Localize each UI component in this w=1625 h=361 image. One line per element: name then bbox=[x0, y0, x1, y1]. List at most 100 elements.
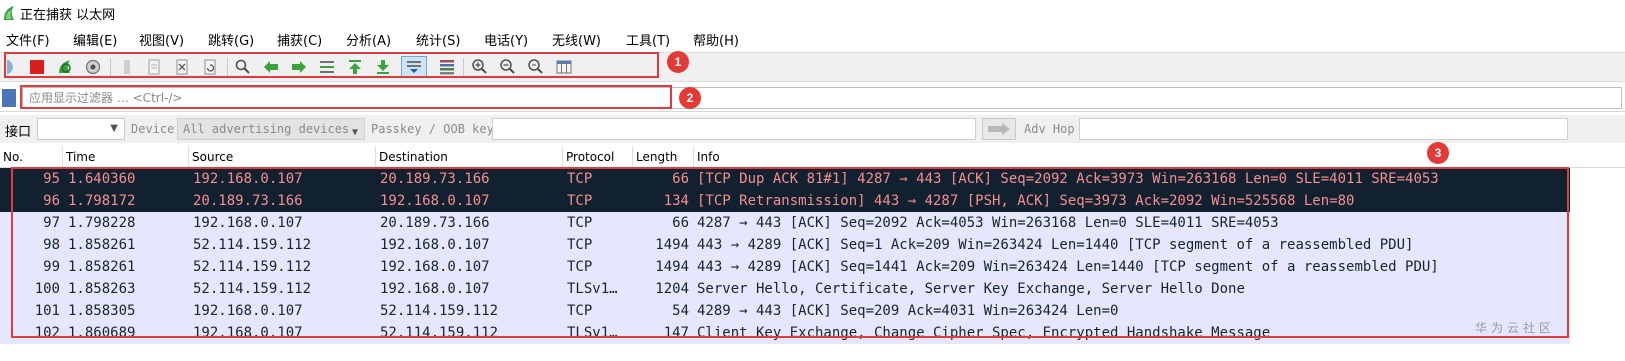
chevron-down-icon: ▼ bbox=[351, 127, 358, 138]
packet-no: 95 bbox=[43, 171, 60, 187]
packet-time: 1.860689 bbox=[68, 325, 136, 341]
menu-analyze[interactable]: 分析(A) bbox=[346, 30, 391, 49]
packet-length: 54 bbox=[672, 303, 689, 319]
save-file-icon[interactable] bbox=[143, 56, 165, 78]
menu-go[interactable]: 跳转(G) bbox=[208, 30, 254, 49]
column-no[interactable]: No. bbox=[0, 146, 63, 168]
capture-options-icon[interactable] bbox=[82, 56, 104, 78]
menu-wireless[interactable]: 无线(W) bbox=[552, 30, 601, 49]
callout-1: 1 bbox=[667, 51, 689, 73]
packet-list: 95 1.640360 192.168.0.107 20.189.73.166 … bbox=[0, 168, 1625, 361]
window-title: 正在捕获 以太网 bbox=[20, 7, 116, 23]
interface-toolbar: 接口 ▼ Device All advertising devices ▼ Pa… bbox=[0, 115, 1625, 143]
menu-help[interactable]: 帮助(H) bbox=[693, 30, 739, 49]
table-row[interactable]: 96 1.798172 20.189.73.166 192.168.0.107 … bbox=[0, 190, 1570, 212]
packet-length: 134 bbox=[663, 193, 689, 209]
go-forward-icon[interactable] bbox=[288, 56, 310, 78]
watermark: 华为云社区 bbox=[1475, 321, 1556, 335]
packet-destination: 20.189.73.166 bbox=[380, 215, 490, 231]
column-protocol[interactable]: Protocol bbox=[563, 146, 633, 168]
packet-destination: 20.189.73.166 bbox=[380, 171, 490, 187]
zoom-out-icon[interactable] bbox=[497, 56, 519, 78]
packet-time: 1.858263 bbox=[68, 281, 136, 297]
packet-list-header: No. Time Source Destination Protocol Len… bbox=[0, 146, 1625, 168]
packet-info: 443 → 4289 [ACK] Seq=1441 Ack=209 Win=26… bbox=[697, 259, 1439, 275]
table-row[interactable]: 99 1.858261 52.114.159.112 192.168.0.107… bbox=[0, 256, 1570, 278]
start-capture-icon[interactable] bbox=[2, 56, 24, 78]
column-source[interactable]: Source bbox=[189, 146, 376, 168]
packet-source: 192.168.0.107 bbox=[193, 215, 303, 231]
right-arrow-icon bbox=[988, 123, 1010, 135]
packet-no: 102 bbox=[34, 325, 60, 341]
open-file-icon[interactable] bbox=[116, 56, 138, 78]
table-row[interactable]: 98 1.858261 52.114.159.112 192.168.0.107… bbox=[0, 234, 1570, 256]
find-packet-icon[interactable] bbox=[232, 56, 254, 78]
reload-file-icon[interactable] bbox=[199, 56, 221, 78]
packet-no: 97 bbox=[43, 215, 60, 231]
table-row[interactable]: 102 1.860689 192.168.0.107 52.114.159.11… bbox=[0, 322, 1570, 344]
interface-label: 接口 bbox=[5, 125, 32, 140]
close-file-icon[interactable] bbox=[171, 56, 193, 78]
go-first-icon[interactable] bbox=[344, 56, 366, 78]
packet-source: 192.168.0.107 bbox=[193, 171, 303, 187]
menu-capture[interactable]: 捕获(C) bbox=[277, 30, 322, 49]
menu-statistics[interactable]: 统计(S) bbox=[416, 30, 460, 49]
packet-info: Client Key Exchange, Change Cipher Spec,… bbox=[697, 325, 1271, 341]
main-toolbar bbox=[0, 52, 1625, 82]
interface-select[interactable]: ▼ bbox=[37, 118, 125, 140]
packet-info: 4289 → 443 [ACK] Seq=209 Ack=4031 Win=26… bbox=[697, 303, 1119, 319]
column-info[interactable]: Info bbox=[694, 146, 1625, 168]
packet-length: 1494 bbox=[655, 237, 689, 253]
go-back-icon[interactable] bbox=[260, 56, 282, 78]
adv-hop-input[interactable] bbox=[1079, 118, 1568, 140]
packet-info: 443 → 4289 [ACK] Seq=1 Ack=209 Win=26342… bbox=[697, 237, 1414, 253]
packet-protocol: TCP bbox=[567, 259, 593, 275]
table-row[interactable]: 95 1.640360 192.168.0.107 20.189.73.166 … bbox=[0, 168, 1570, 190]
callout-3: 3 bbox=[1427, 142, 1449, 164]
adv-hop-label: Adv Hop bbox=[1024, 122, 1075, 136]
filter-bookmark-icon[interactable] bbox=[2, 89, 16, 107]
restart-capture-icon[interactable] bbox=[54, 56, 76, 78]
packet-destination: 192.168.0.107 bbox=[380, 281, 490, 297]
packet-time: 1.798228 bbox=[68, 215, 136, 231]
column-time[interactable]: Time bbox=[63, 146, 189, 168]
packet-length: 147 bbox=[663, 325, 689, 341]
packet-time: 1.798172 bbox=[68, 193, 136, 209]
table-row[interactable]: 101 1.858305 192.168.0.107 52.114.159.11… bbox=[0, 300, 1570, 322]
packet-source: 20.189.73.166 bbox=[193, 193, 303, 209]
packet-info: [TCP Retransmission] 443 → 4287 [PSH, AC… bbox=[697, 193, 1355, 209]
packet-destination: 192.168.0.107 bbox=[380, 259, 490, 275]
go-to-packet-icon[interactable] bbox=[316, 56, 338, 78]
display-filter-input[interactable] bbox=[22, 87, 1622, 109]
go-last-icon[interactable] bbox=[372, 56, 394, 78]
packet-time: 1.858261 bbox=[68, 237, 136, 253]
packet-destination: 192.168.0.107 bbox=[380, 237, 490, 253]
table-row[interactable]: 97 1.798228 192.168.0.107 20.189.73.166 … bbox=[0, 212, 1570, 234]
apply-arrow-button[interactable] bbox=[982, 118, 1016, 140]
menu-telephony[interactable]: 电话(Y) bbox=[484, 30, 528, 49]
packet-source: 52.114.159.112 bbox=[193, 237, 312, 253]
menu-tools[interactable]: 工具(T) bbox=[626, 30, 670, 49]
packet-protocol: TLSv1… bbox=[567, 325, 618, 341]
table-row[interactable]: 100 1.858263 52.114.159.112 192.168.0.10… bbox=[0, 278, 1570, 300]
zoom-in-icon[interactable] bbox=[469, 56, 491, 78]
packet-destination: 52.114.159.112 bbox=[380, 303, 499, 319]
packet-destination: 52.114.159.112 bbox=[380, 325, 499, 341]
packet-destination: 192.168.0.107 bbox=[380, 193, 490, 209]
zoom-normal-icon[interactable] bbox=[525, 56, 547, 78]
passkey-label: Passkey / OOB key bbox=[371, 122, 494, 136]
menu-view[interactable]: 视图(V) bbox=[139, 30, 184, 49]
menu-edit[interactable]: 编辑(E) bbox=[73, 30, 117, 49]
column-length[interactable]: Length bbox=[633, 146, 694, 168]
packet-source: 192.168.0.107 bbox=[193, 325, 303, 341]
column-destination[interactable]: Destination bbox=[376, 146, 563, 168]
device-select[interactable]: All advertising devices ▼ bbox=[177, 118, 365, 140]
chevron-down-icon: ▼ bbox=[110, 123, 118, 134]
packet-length: 66 bbox=[672, 171, 689, 187]
resize-columns-icon[interactable] bbox=[553, 56, 575, 78]
passkey-input[interactable] bbox=[492, 118, 976, 140]
menu-file[interactable]: 文件(F) bbox=[6, 30, 50, 49]
colorize-icon[interactable] bbox=[436, 56, 458, 78]
stop-capture-icon[interactable] bbox=[26, 56, 48, 78]
autoscroll-icon[interactable] bbox=[401, 56, 427, 78]
